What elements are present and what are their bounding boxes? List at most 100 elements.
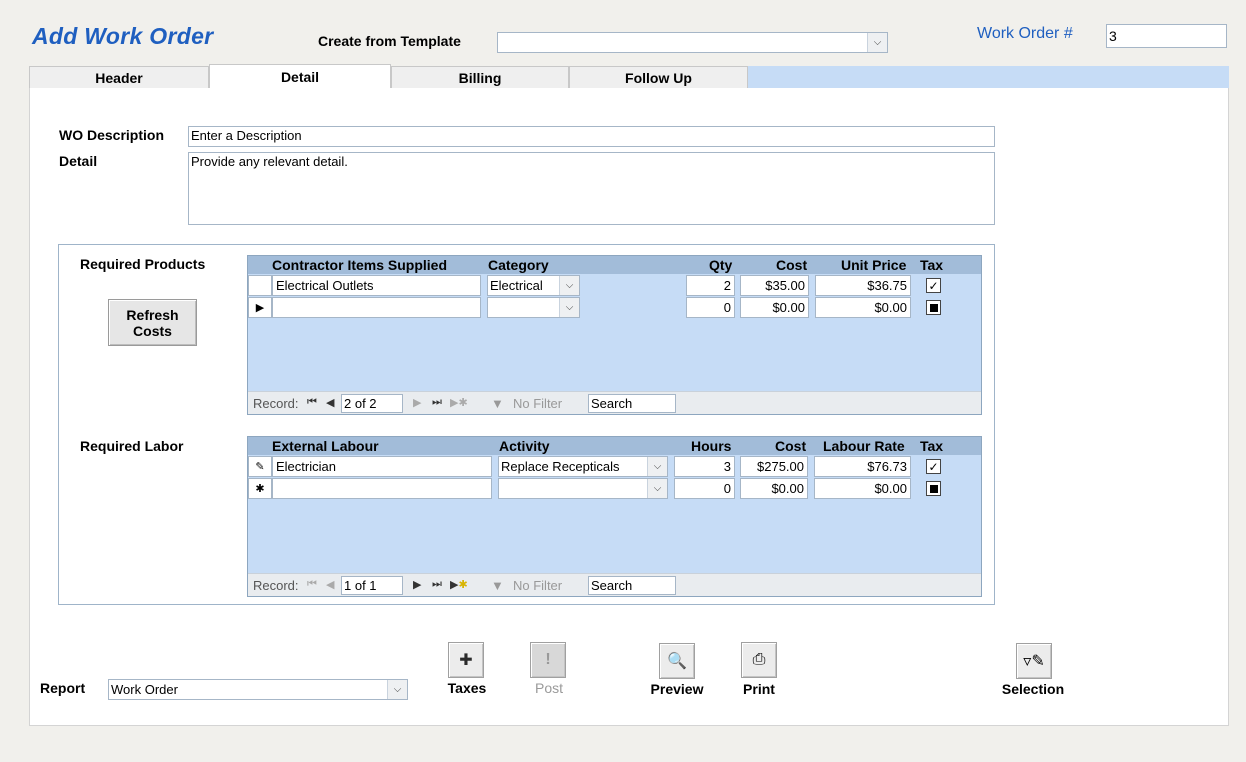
selection-button[interactable]: ▿✎ [1016, 643, 1052, 679]
products-record-navigator: Record: ⏮ ◀ 2 of 2 ▶ ⏭ ▶✱ ▼ No Filter Se… [248, 391, 981, 414]
activity-combo[interactable]: ⌵ [498, 478, 668, 499]
col-hours: Hours [691, 438, 732, 454]
cost-cell[interactable]: $275.00 [740, 456, 808, 477]
labour-cell[interactable] [272, 478, 492, 499]
detail-field[interactable]: Provide any relevant detail. [188, 152, 995, 225]
no-filter-label[interactable]: No Filter [513, 578, 562, 593]
no-filter-label[interactable]: No Filter [513, 396, 562, 411]
new-record-icon[interactable]: ▶✱ [450, 396, 468, 409]
template-label: Create from Template [318, 33, 461, 49]
current-record-arrow-icon: ▶ [255, 302, 265, 314]
wo-description-label: WO Description [59, 127, 165, 143]
last-record-icon[interactable]: ⏭ [432, 396, 442, 409]
products-grid-header: Contractor Items Supplied Category Qty C… [248, 256, 981, 274]
search-field[interactable]: Search [588, 576, 676, 595]
chevron-down-icon[interactable]: ⌵ [387, 680, 407, 699]
col-unit-price: Unit Price [841, 257, 907, 273]
wo-description-field[interactable]: Enter a Description [188, 126, 995, 147]
qty-cell[interactable]: 0 [686, 297, 735, 318]
editing-row-selector[interactable]: ✎ [248, 456, 272, 477]
taxes-button[interactable]: ✚ [448, 642, 484, 678]
record-position-field[interactable]: 2 of 2 [341, 394, 403, 413]
activity-combo[interactable]: Replace Recepticals ⌵ [498, 456, 668, 477]
cost-cell[interactable]: $35.00 [740, 275, 809, 296]
unit-price-cell[interactable]: $36.75 [815, 275, 911, 296]
col-qty: Qty [709, 257, 733, 273]
tab-header[interactable]: Header [29, 66, 209, 89]
current-row-selector[interactable]: ▶ [248, 297, 272, 318]
print-button[interactable]: ⎙ [741, 642, 777, 678]
post-label: Post [534, 680, 563, 696]
labour-rate-cell[interactable]: $0.00 [814, 478, 911, 499]
hours-cell[interactable]: 0 [674, 478, 735, 499]
previous-record-icon[interactable]: ◀ [326, 578, 334, 591]
new-record-icon[interactable]: ▶✱ [450, 578, 468, 591]
last-record-icon[interactable]: ⏭ [432, 578, 442, 591]
previous-record-icon[interactable]: ◀ [326, 396, 334, 409]
search-field[interactable]: Search [588, 394, 676, 413]
wo-number-label: Work Order # [977, 25, 1073, 42]
asterisk-icon: ✱ [255, 483, 265, 495]
template-combo[interactable]: ⌵ [497, 32, 888, 53]
hours-cell[interactable]: 3 [674, 456, 735, 477]
print-label: Print [743, 681, 775, 697]
item-cell[interactable]: Electrical Outlets [272, 275, 481, 296]
category-combo[interactable]: Electrical ⌵ [487, 275, 580, 296]
indeterminate-icon [929, 303, 938, 312]
form-title: Add Work Order [32, 23, 214, 49]
cost-cell[interactable]: $0.00 [740, 297, 809, 318]
labour-cell[interactable]: Electrician [272, 456, 492, 477]
col-activity: Activity [499, 438, 550, 454]
filter-icon[interactable]: ▼ [491, 578, 504, 593]
labor-record-navigator: Record: ⏮ ◀ 1 of 1 ▶ ⏭ ▶✱ ▼ No Filter Se… [248, 573, 981, 596]
col-external-labour: External Labour [272, 438, 379, 454]
row-selector[interactable] [248, 275, 272, 296]
record-label: Record: [253, 578, 299, 593]
category-combo[interactable]: ⌵ [487, 297, 580, 318]
first-record-icon[interactable]: ⏮ [307, 396, 317, 409]
checkmark-icon: ✓ [928, 278, 939, 293]
chevron-down-icon[interactable]: ⌵ [647, 457, 667, 476]
next-record-icon[interactable]: ▶ [413, 396, 421, 409]
tax-checkbox-indeterminate[interactable] [926, 300, 941, 315]
tax-checkbox[interactable]: ✓ [926, 278, 941, 293]
wo-number-field[interactable]: 3 [1106, 24, 1227, 48]
tax-checkbox[interactable]: ✓ [926, 459, 941, 474]
chevron-down-icon[interactable]: ⌵ [647, 479, 667, 498]
indeterminate-icon [929, 484, 938, 493]
unit-price-cell[interactable]: $0.00 [815, 297, 911, 318]
tab-follow-up[interactable]: Follow Up [569, 66, 748, 89]
report-value: Work Order [111, 682, 178, 697]
next-record-icon[interactable]: ▶ [413, 578, 421, 591]
post-button[interactable]: ! [530, 642, 566, 678]
new-row-selector[interactable]: ✱ [248, 478, 272, 499]
preview-button[interactable]: 🔍 [659, 643, 695, 679]
required-products-label: Required Products [80, 256, 206, 272]
chevron-down-icon[interactable]: ⌵ [559, 298, 579, 317]
refresh-costs-button[interactable]: Refresh Costs [108, 299, 197, 346]
labor-grid: External Labour Activity Hours Cost Labo… [247, 436, 982, 597]
report-combo[interactable]: Work Order ⌵ [108, 679, 408, 700]
item-cell[interactable] [272, 297, 481, 318]
add-icon: ✚ [459, 652, 473, 669]
taxes-label: Taxes [447, 680, 487, 696]
record-position-field[interactable]: 1 of 1 [341, 576, 403, 595]
chevron-down-icon[interactable]: ⌵ [867, 33, 887, 52]
chevron-down-icon[interactable]: ⌵ [559, 276, 579, 295]
col-cost: Cost [776, 257, 808, 273]
col-items-supplied: Contractor Items Supplied [272, 257, 448, 273]
preview-label: Preview [650, 681, 704, 697]
tab-detail[interactable]: Detail [209, 64, 391, 89]
cost-cell[interactable]: $0.00 [740, 478, 808, 499]
labour-rate-cell[interactable]: $76.73 [814, 456, 911, 477]
tab-billing[interactable]: Billing [391, 66, 569, 89]
record-label: Record: [253, 396, 299, 411]
filter-icon[interactable]: ▼ [491, 396, 504, 411]
category-value [490, 298, 559, 317]
first-record-icon[interactable]: ⏮ [307, 578, 317, 591]
category-value: Electrical [490, 278, 543, 293]
tax-checkbox-indeterminate[interactable] [926, 481, 941, 496]
col-category: Category [488, 257, 549, 273]
print-preview-icon: 🔍 [667, 653, 687, 670]
qty-cell[interactable]: 2 [686, 275, 735, 296]
